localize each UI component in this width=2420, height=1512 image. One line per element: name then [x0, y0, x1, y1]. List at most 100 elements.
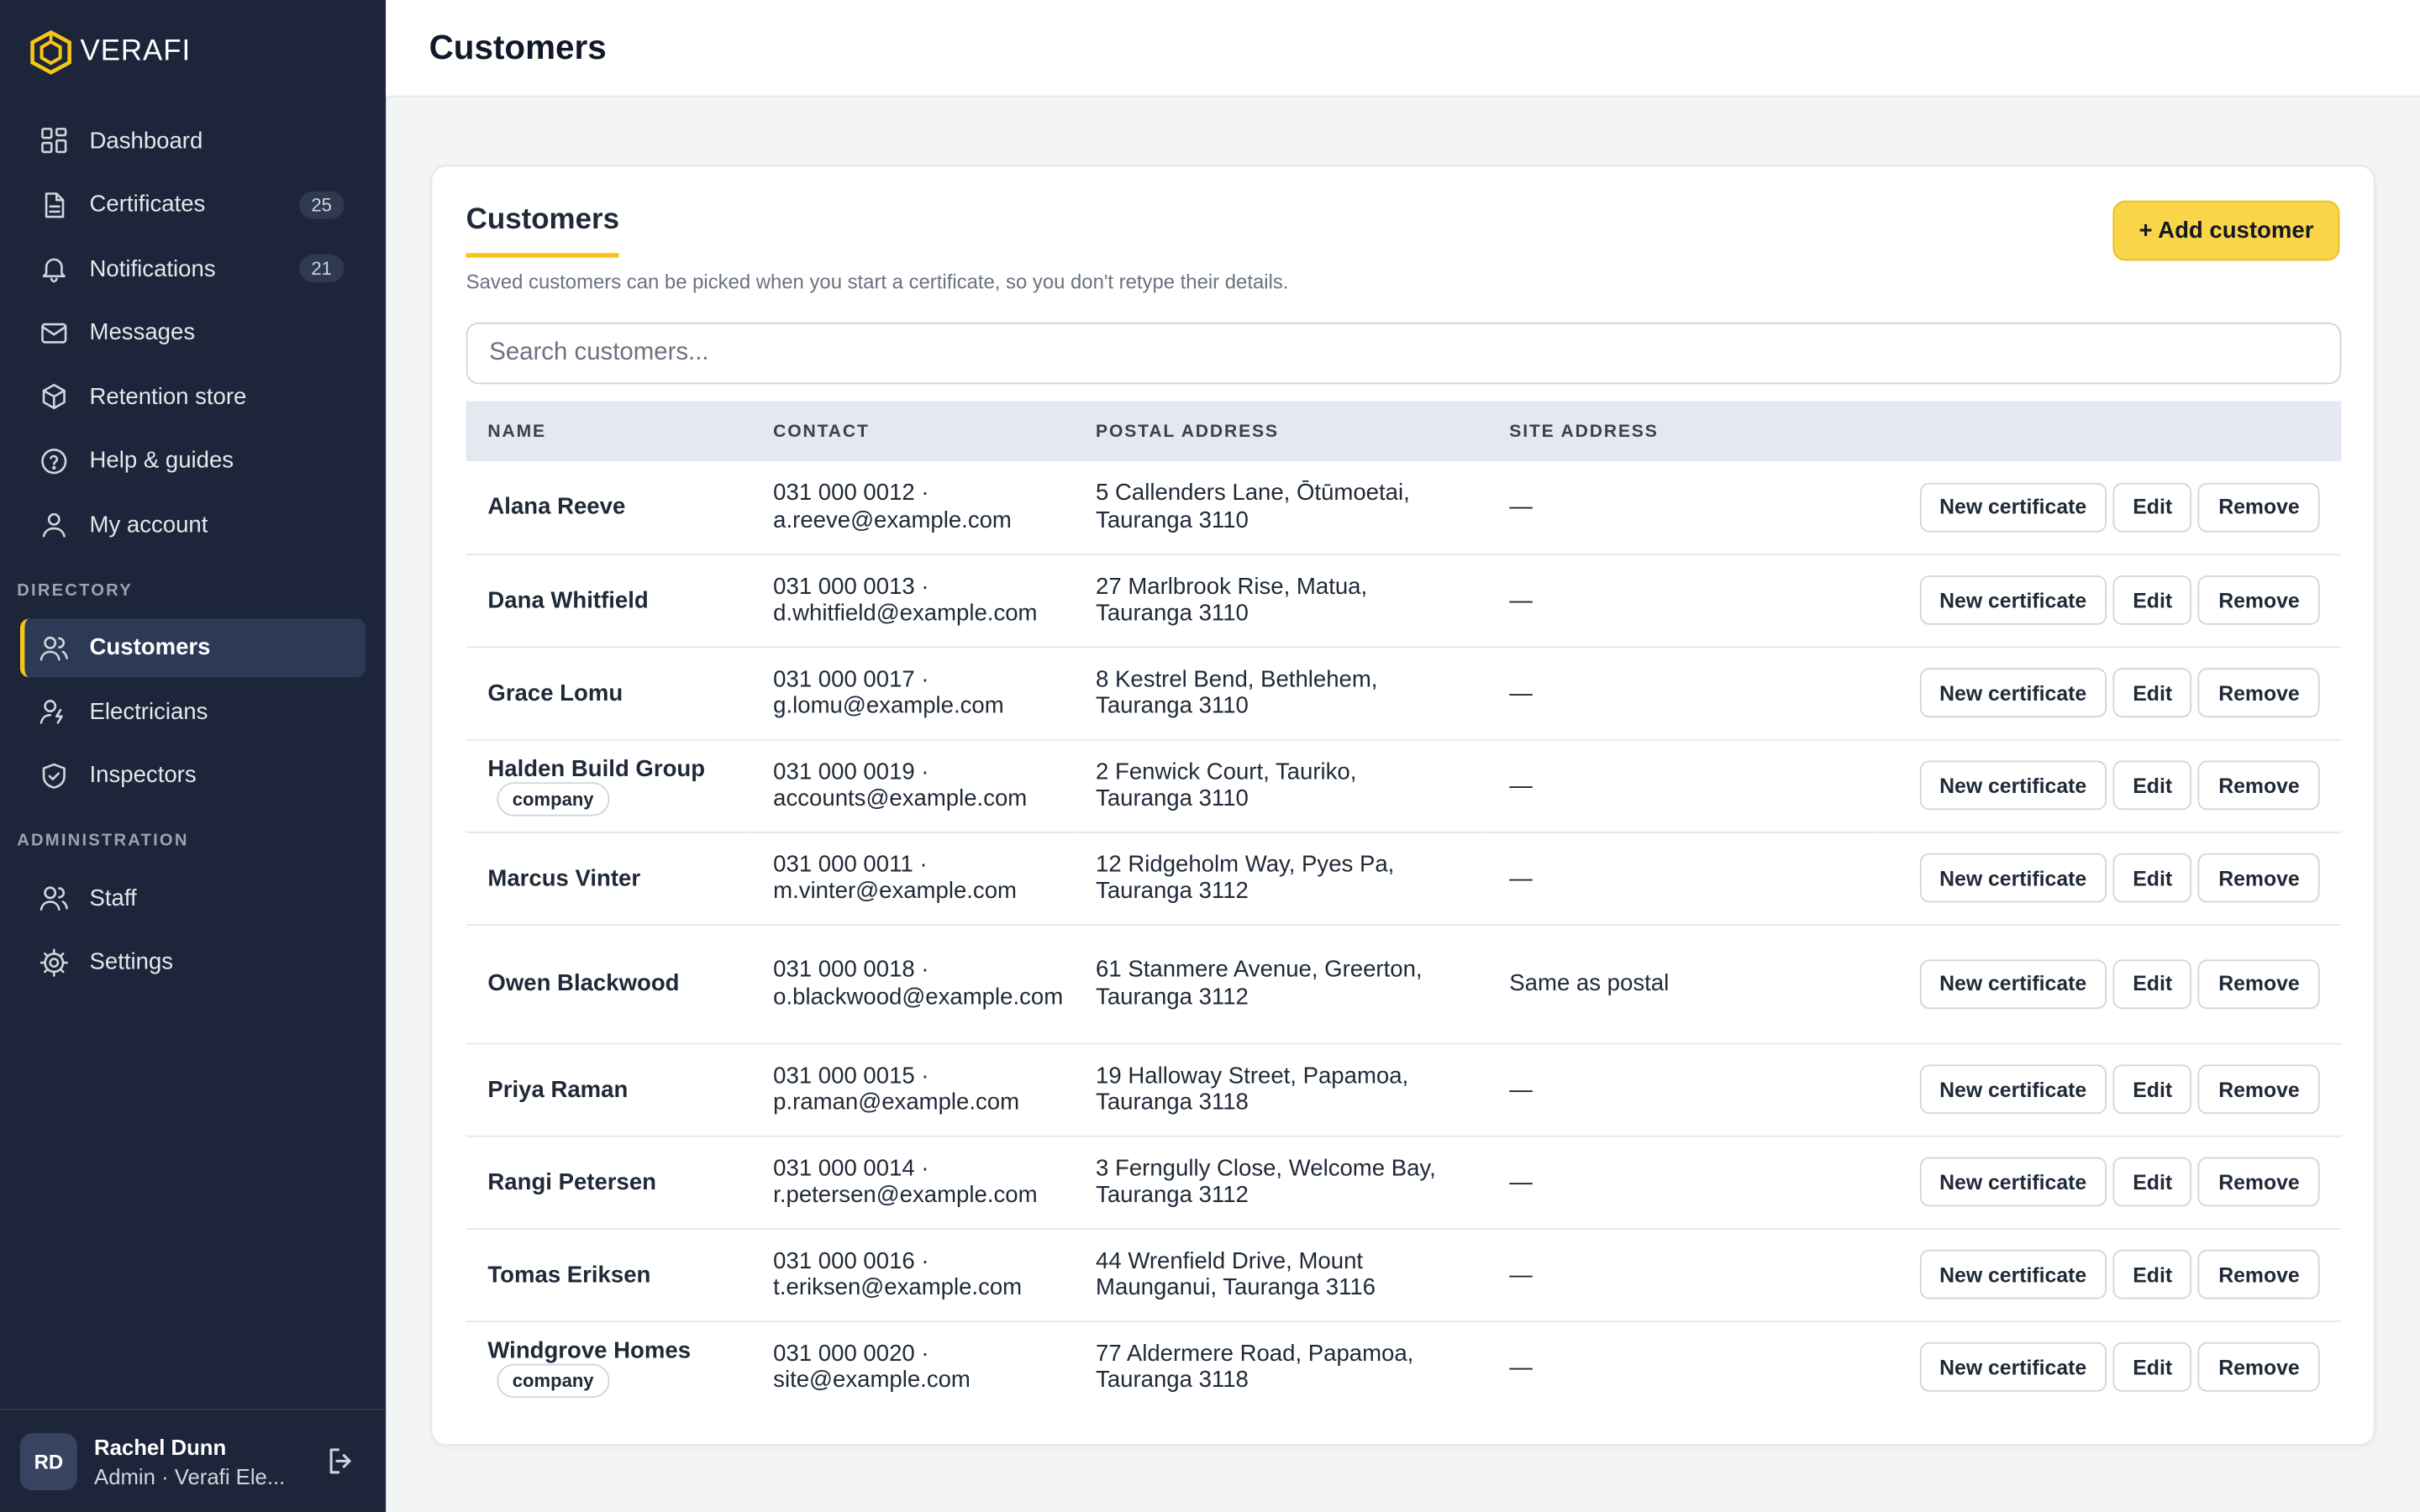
new-certificate-button[interactable]: New certificate	[1919, 1157, 2107, 1207]
edit-button[interactable]: Edit	[2112, 668, 2192, 718]
contact-phone: 031 000 0011 ·	[773, 850, 928, 878]
edit-button[interactable]: Edit	[2112, 1064, 2192, 1115]
brand[interactable]: VERAFI	[0, 0, 386, 105]
new-certificate-button[interactable]: New certificate	[1919, 1342, 2107, 1393]
sidebar-item-label: Settings	[89, 948, 174, 975]
column-header-postal-address[interactable]: POSTAL ADDRESS	[1074, 401, 1488, 462]
column-header-contact[interactable]: CONTACT	[751, 401, 1075, 462]
sidebar-item-settings[interactable]: Settings	[20, 932, 366, 991]
users-icon	[39, 632, 70, 663]
customer-name: Tomas Eriksen	[487, 1261, 651, 1288]
row-actions: New certificate Edit Remove	[1873, 554, 2342, 648]
remove-button[interactable]: Remove	[2198, 1064, 2320, 1115]
main-nav: Dashboard Certificates 25 Notifications 21 Me…	[0, 105, 386, 559]
customer-name: Halden Build Group	[487, 755, 706, 782]
edit-button[interactable]: Edit	[2112, 1342, 2192, 1393]
edit-button[interactable]: Edit	[2112, 1249, 2192, 1299]
user-role: Admin · Verafi Ele...	[94, 1463, 286, 1488]
document-icon	[39, 189, 70, 220]
sidebar-item-dashboard[interactable]: Dashboard	[20, 111, 366, 170]
edit-button[interactable]: Edit	[2112, 853, 2192, 903]
new-certificate-button[interactable]: New certificate	[1919, 760, 2107, 811]
contact-cell: 031 000 0012 · a.reeve@example.com	[751, 461, 1075, 555]
sidebar-item-certificates[interactable]: Certificates 25	[20, 175, 366, 234]
sidebar-item-retention[interactable]: Retention store	[20, 367, 366, 426]
directory-nav: Customers Electricians Inspectors	[0, 612, 386, 810]
contact-cell: 031 000 0014 · r.petersen@example.com	[751, 1135, 1075, 1229]
site-address-cell: —	[1487, 1042, 1874, 1137]
new-certificate-button[interactable]: New certificate	[1919, 853, 2107, 903]
sidebar-item-account[interactable]: My account	[20, 496, 366, 554]
edit-button[interactable]: Edit	[2112, 958, 2192, 1009]
box-icon	[39, 381, 70, 412]
sidebar-item-staff[interactable]: Staff	[20, 869, 366, 927]
sidebar: VERAFI Dashboard Certificates 25 Notificati…	[0, 0, 387, 1512]
mail-icon	[39, 317, 70, 348]
contact-cell: 031 000 0016 · t.eriksen@example.com	[751, 1228, 1075, 1322]
remove-button[interactable]: Remove	[2198, 482, 2320, 533]
customer-name-cell: Priya Raman	[466, 1042, 752, 1137]
remove-button[interactable]: Remove	[2198, 668, 2320, 718]
sidebar-item-customers[interactable]: Customers	[19, 617, 366, 677]
edit-button[interactable]: Edit	[2112, 482, 2192, 533]
remove-button[interactable]: Remove	[2198, 1249, 2320, 1299]
contact-phone: 031 000 0016 ·	[773, 1247, 929, 1274]
add-customer-button[interactable]: + Add customer	[2112, 200, 2340, 261]
user-icon	[39, 509, 70, 540]
card-subtitle: Saved customers can be picked when you s…	[466, 270, 1289, 293]
help-circle-icon	[39, 445, 70, 476]
contact-phone: 031 000 0014 ·	[773, 1154, 929, 1181]
edit-button[interactable]: Edit	[2112, 1157, 2192, 1207]
remove-button[interactable]: Remove	[2198, 853, 2320, 903]
customer-name: Dana Whitfield	[487, 586, 649, 614]
logout-icon[interactable]	[324, 1444, 358, 1478]
remove-button[interactable]: Remove	[2198, 760, 2320, 811]
customer-name-cell: Windgrove Homescompany	[466, 1320, 752, 1413]
row-actions: New certificate Edit Remove	[1873, 1228, 2342, 1322]
sidebar-item-label: Staff	[89, 885, 137, 911]
sidebar-item-label: Messages	[89, 319, 196, 346]
new-certificate-button[interactable]: New certificate	[1919, 1249, 2107, 1299]
remove-button[interactable]: Remove	[2198, 575, 2320, 625]
postal-line-2: Tauranga 3110	[1096, 785, 1249, 812]
customer-name-cell: Tomas Eriksen	[466, 1228, 752, 1322]
remove-button[interactable]: Remove	[2198, 1342, 2320, 1393]
customer-name-cell: Owen Blackwood	[466, 924, 752, 1044]
count-badge: 25	[298, 190, 345, 218]
card-title: Customers	[466, 203, 619, 258]
customer-name: Rangi Petersen	[487, 1168, 656, 1195]
sidebar-item-help[interactable]: Help & guides	[20, 431, 366, 490]
customer-name-cell: Alana Reeve	[466, 461, 752, 555]
new-certificate-button[interactable]: New certificate	[1919, 575, 2107, 625]
contact-phone: 031 000 0017 ·	[773, 665, 929, 692]
contact-email: t.eriksen@example.com	[773, 1274, 1023, 1301]
customer-name: Owen Blackwood	[487, 970, 680, 997]
new-certificate-button[interactable]: New certificate	[1919, 1064, 2107, 1115]
site-address-cell: —	[1487, 1135, 1874, 1229]
sidebar-item-label: Electricians	[89, 698, 208, 725]
sidebar-item-notifications[interactable]: Notifications 21	[20, 239, 366, 298]
sidebar-item-electricians[interactable]: Electricians	[20, 682, 366, 741]
customer-name-cell: Marcus Vinter	[466, 831, 752, 926]
postal-line-2: Maunganui, Tauranga 3116	[1096, 1274, 1376, 1301]
column-header-site-address[interactable]: SITE ADDRESS	[1487, 401, 1874, 462]
table-row: Owen Blackwood 031 000 0018 · o.blackwood@…	[466, 924, 2342, 1044]
remove-button[interactable]: Remove	[2198, 1157, 2320, 1207]
main-content: Customers Customers Saved customers can …	[386, 0, 2420, 1512]
new-certificate-button[interactable]: New certificate	[1919, 958, 2107, 1009]
table-row: Alana Reeve 031 000 0012 · a.reeve@example…	[466, 461, 2342, 555]
sidebar-item-inspectors[interactable]: Inspectors	[20, 746, 366, 805]
new-certificate-button[interactable]: New certificate	[1919, 668, 2107, 718]
search-input[interactable]	[466, 322, 2342, 385]
avatar[interactable]: RD	[19, 1432, 77, 1490]
contact-email: site@example.com	[773, 1367, 971, 1394]
new-certificate-button[interactable]: New certificate	[1919, 482, 2107, 533]
user-name: Rachel Dunn	[94, 1434, 227, 1459]
sidebar-item-messages[interactable]: Messages	[20, 303, 366, 362]
postal-line-2: Tauranga 3112	[1096, 1181, 1249, 1209]
column-header-name[interactable]: NAME	[466, 401, 752, 462]
edit-button[interactable]: Edit	[2112, 575, 2192, 625]
postal-address-cell: 8 Kestrel Bend, Bethlehem, Tauranga 3110	[1074, 646, 1488, 740]
edit-button[interactable]: Edit	[2112, 760, 2192, 811]
remove-button[interactable]: Remove	[2198, 958, 2320, 1009]
